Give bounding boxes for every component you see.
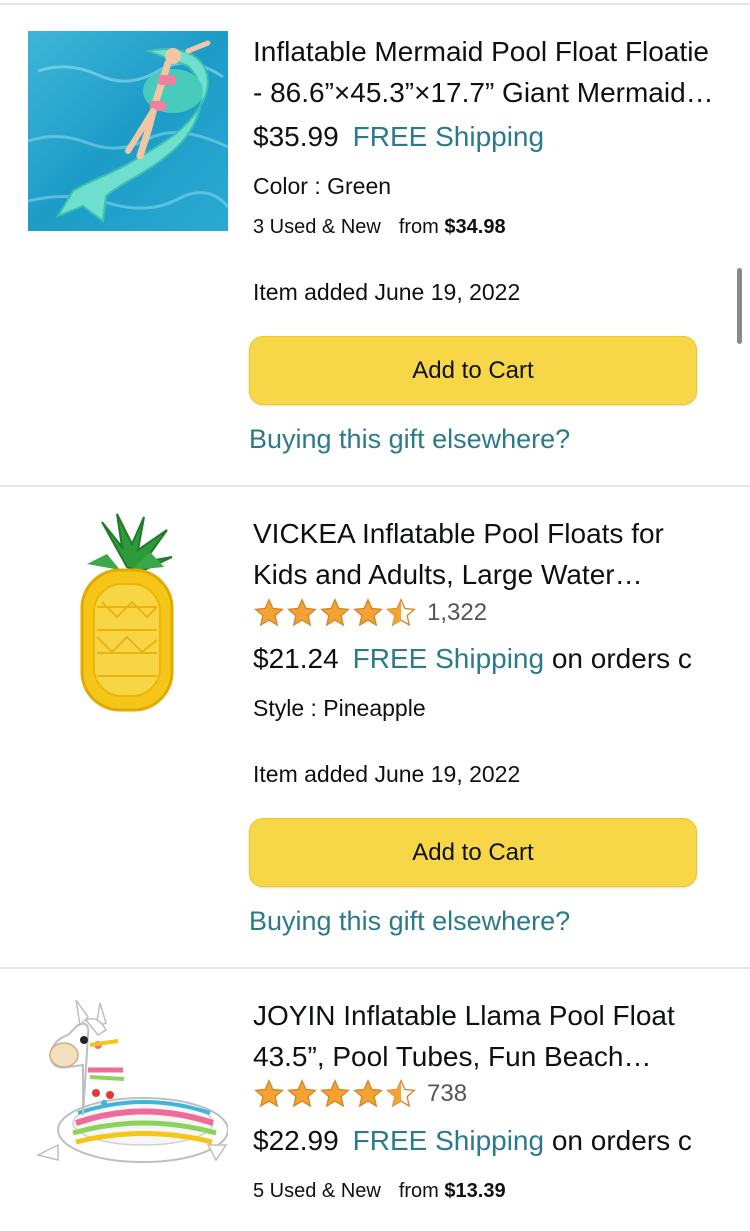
price: $21.24 (253, 643, 339, 674)
item-added-date: Item added June 19, 2022 (253, 279, 521, 305)
item-added-date: Item added June 19, 2022 (253, 761, 521, 787)
rating-row[interactable]: 738 (253, 1077, 467, 1111)
star-rating (253, 1078, 418, 1110)
half-star-icon (386, 1079, 416, 1108)
offers-count: 3 Used & New (253, 216, 381, 238)
star-icon (320, 598, 350, 627)
free-shipping-label: FREE Shipping (352, 643, 545, 674)
star-icon (254, 1079, 284, 1108)
rating-count: 738 (427, 1080, 468, 1107)
variant-style: Style : Pineapple (253, 695, 426, 721)
star-icon (287, 598, 317, 627)
rating-count: 1,322 (427, 599, 488, 626)
price: $22.99 (253, 1125, 339, 1156)
price-row: $22.99 FREE Shipping on orders c (253, 1123, 750, 1159)
add-to-cart-button[interactable]: Add to Cart (249, 818, 697, 887)
star-icon (287, 1079, 317, 1108)
offers-from-label: from (398, 216, 439, 238)
free-shipping-label: FREE Shipping (352, 1125, 545, 1156)
offers-from-price: $13.39 (444, 1180, 506, 1202)
product-image-pineapple-float[interactable] (72, 512, 182, 712)
product-title[interactable]: Inflatable Mermaid Pool Float Floatie - … (253, 31, 725, 113)
price-row: $35.99 FREE Shipping (253, 119, 750, 155)
used-new-offers[interactable]: 3 Used & New from $34.98 (253, 216, 506, 239)
wishlist-page: Inflatable Mermaid Pool Float Floatie - … (0, 0, 750, 1231)
top-divider (0, 3, 750, 5)
price-row: $21.24 FREE Shipping on orders c (253, 641, 750, 677)
product-image-llama-float[interactable] (28, 995, 228, 1170)
item-divider (0, 967, 750, 969)
half-star-icon (386, 598, 416, 627)
shipping-condition: on orders c (551, 643, 692, 674)
star-icon (353, 1079, 383, 1108)
price: $35.99 (253, 121, 339, 152)
star-icon (320, 1079, 350, 1108)
shipping-condition: on orders c (551, 1125, 692, 1156)
free-shipping-label: FREE Shipping (352, 121, 545, 152)
star-icon (353, 598, 383, 627)
star-rating (253, 597, 418, 629)
scrollbar[interactable] (737, 268, 742, 344)
buying-gift-elsewhere-link[interactable]: Buying this gift elsewhere? (249, 424, 570, 455)
offers-from-price: $34.98 (444, 216, 506, 238)
rating-row[interactable]: 1,322 (253, 596, 487, 630)
buying-gift-elsewhere-link[interactable]: Buying this gift elsewhere? (249, 906, 570, 937)
item-divider (0, 485, 750, 487)
used-new-offers[interactable]: 5 Used & New from $13.39 (253, 1180, 506, 1203)
product-image-mermaid-float[interactable] (28, 31, 228, 231)
product-title[interactable]: JOYIN Inflatable Llama Pool Float 43.5”,… (253, 995, 725, 1077)
offers-count: 5 Used & New (253, 1180, 381, 1202)
offers-from-label: from (398, 1180, 439, 1202)
variant-color: Color : Green (253, 173, 392, 199)
add-to-cart-button[interactable]: Add to Cart (249, 336, 697, 405)
product-title[interactable]: VICKEA Inflatable Pool Floats for Kids a… (253, 513, 725, 595)
star-icon (254, 598, 284, 627)
